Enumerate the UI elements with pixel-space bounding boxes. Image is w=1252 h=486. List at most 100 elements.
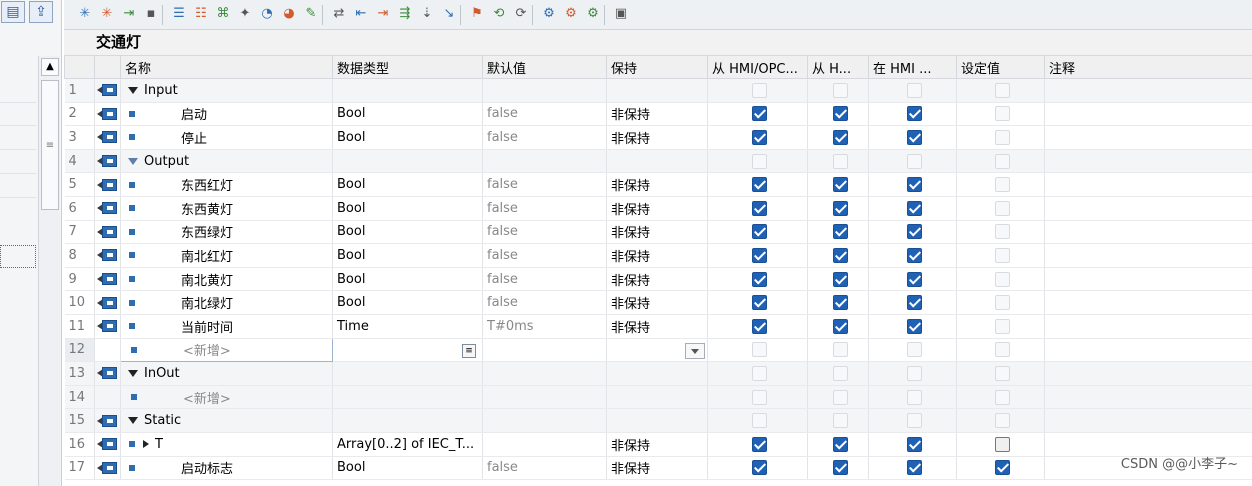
checkbox-unchecked[interactable] [995, 413, 1010, 429]
header-in-hmi[interactable]: 在 HMI ... [868, 55, 957, 79]
comment-cell[interactable] [1044, 149, 1252, 174]
checkbox-unchecked[interactable] [907, 82, 922, 98]
in-hmi-cell[interactable] [868, 125, 957, 150]
table-row[interactable]: 15 Static [64, 408, 1252, 433]
setpoint-cell[interactable] [956, 243, 1045, 268]
from-hmi-opc-cell[interactable] [707, 172, 808, 197]
table-row[interactable]: 11 当前时间 Time T#0ms 非保持 [64, 314, 1252, 339]
set-icon[interactable]: ✎ [302, 5, 320, 23]
retain-cell[interactable]: 非保持 [606, 267, 708, 292]
name-cell[interactable]: 南北绿灯 [120, 290, 333, 315]
comment-icon[interactable]: ☷ [192, 5, 210, 23]
checkbox-checked[interactable] [907, 129, 922, 145]
from-h-cell[interactable] [807, 78, 869, 103]
comment-cell[interactable] [1044, 408, 1252, 433]
name-cell[interactable]: Static [120, 408, 333, 433]
retain-dropdown-icon[interactable] [685, 343, 705, 360]
set-icon[interactable]: ▣ [612, 5, 630, 23]
comment-cell[interactable] [1044, 290, 1252, 315]
expand-arrow-icon[interactable] [128, 86, 138, 94]
in-hmi-cell[interactable] [868, 243, 957, 268]
from-h-cell[interactable] [807, 338, 869, 363]
from-h-cell[interactable] [807, 102, 869, 127]
from-hmi-opc-cell[interactable] [707, 243, 808, 268]
checkbox-unchecked[interactable] [832, 82, 848, 98]
retain-cell[interactable]: 非保持 [606, 196, 708, 221]
add-row-icon[interactable]: ⇶ [396, 5, 414, 23]
checkbox-unchecked[interactable] [995, 318, 1010, 334]
comment-cell[interactable] [1044, 361, 1252, 386]
setpoint-cell[interactable] [956, 314, 1045, 339]
close-icon[interactable]: ✦ [236, 5, 254, 23]
header-from-h[interactable]: 从 H... [807, 55, 869, 79]
checkbox-checked[interactable] [752, 295, 767, 311]
name-cell[interactable]: 启动标志 [120, 456, 333, 481]
table-row[interactable]: 10 南北绿灯 Bool false 非保持 [64, 290, 1252, 315]
checkbox-checked[interactable] [907, 460, 922, 476]
collapse-arrow-icon[interactable] [143, 440, 149, 449]
from-h-cell[interactable] [807, 385, 869, 410]
checkbox-checked[interactable] [907, 318, 922, 334]
data-type-cell[interactable] [332, 385, 483, 410]
setpoint-cell[interactable] [956, 361, 1045, 386]
checkbox-unchecked[interactable] [995, 365, 1010, 381]
table-row[interactable]: 12 <新增> ≡ [64, 337, 1252, 363]
insert-parameter-icon[interactable]: ⇥ [120, 5, 138, 23]
checkbox-checked[interactable] [907, 436, 922, 452]
in-hmi-cell[interactable] [868, 290, 957, 315]
header-setpoint[interactable]: 设定值 [956, 55, 1045, 79]
comment-cell[interactable] [1044, 102, 1252, 127]
add-row-icon[interactable]: ✳ [98, 5, 116, 23]
retain-cell[interactable] [606, 385, 708, 410]
retain-cell[interactable]: 非保持 [606, 125, 708, 150]
vertical-scrollbar[interactable]: ▲ ≡ [38, 56, 60, 486]
default-value-cell[interactable]: false [482, 243, 607, 268]
checkbox-unchecked[interactable] [832, 342, 848, 358]
default-value-cell[interactable]: false [482, 456, 607, 481]
insert-parameter-icon[interactable]: ⇣ [418, 5, 436, 23]
name-cell[interactable]: <新增> [120, 337, 333, 363]
from-hmi-opc-cell[interactable] [707, 408, 808, 433]
from-h-cell[interactable] [807, 172, 869, 197]
checkbox-unchecked[interactable] [995, 295, 1010, 311]
name-cell[interactable]: Input [120, 78, 333, 103]
header-retain[interactable]: 保持 [606, 55, 708, 79]
header-from-hmi-opc[interactable]: 从 HMI/OPC... [707, 55, 808, 79]
checkbox-checked[interactable] [832, 177, 848, 193]
default-value-cell[interactable]: false [482, 220, 607, 245]
checkbox-checked[interactable] [752, 224, 767, 240]
compile-icon[interactable]: ⚙ [562, 5, 580, 23]
expand-arrow-icon[interactable] [128, 157, 138, 165]
checkbox-unchecked[interactable] [995, 200, 1010, 216]
from-h-cell[interactable] [807, 267, 869, 292]
retain-cell[interactable] [606, 361, 708, 386]
name-cell[interactable]: T [120, 432, 333, 457]
name-cell[interactable]: InOut [120, 361, 333, 386]
network-icon[interactable]: ☰ [170, 5, 188, 23]
retain-cell[interactable]: 非保持 [606, 314, 708, 339]
in-hmi-cell[interactable] [868, 267, 957, 292]
comment-cell[interactable] [1044, 125, 1252, 150]
header-comment[interactable]: 注释 [1044, 55, 1252, 79]
move-icon[interactable]: ↘ [440, 5, 458, 23]
default-value-cell[interactable]: false [482, 102, 607, 127]
checkbox-checked[interactable] [832, 318, 848, 334]
checkbox-checked[interactable] [752, 247, 767, 263]
table-row[interactable]: 13 InOut [64, 361, 1252, 386]
data-type-cell[interactable]: Bool [332, 290, 483, 315]
header-row-number[interactable] [64, 55, 95, 79]
retain-cell[interactable]: 非保持 [606, 432, 708, 457]
in-hmi-cell[interactable] [868, 432, 957, 457]
retain-cell[interactable]: 非保持 [606, 456, 708, 481]
table-row[interactable]: 6 东西黄灯 Bool false 非保持 [64, 196, 1252, 221]
checkbox-unchecked[interactable] [995, 342, 1010, 358]
from-hmi-opc-cell[interactable] [707, 267, 808, 292]
checkbox-checked[interactable] [832, 224, 848, 240]
table-row[interactable]: 16 T Array[0..2] of IEC_T... 非保持 [64, 432, 1252, 457]
checkbox-checked[interactable] [907, 247, 922, 263]
checkbox-checked[interactable] [995, 460, 1010, 476]
retain-cell[interactable]: 非保持 [606, 243, 708, 268]
setpoint-cell[interactable] [956, 290, 1045, 315]
db-icon[interactable]: ⇤ [352, 5, 370, 23]
checkbox-unchecked[interactable] [752, 389, 767, 405]
